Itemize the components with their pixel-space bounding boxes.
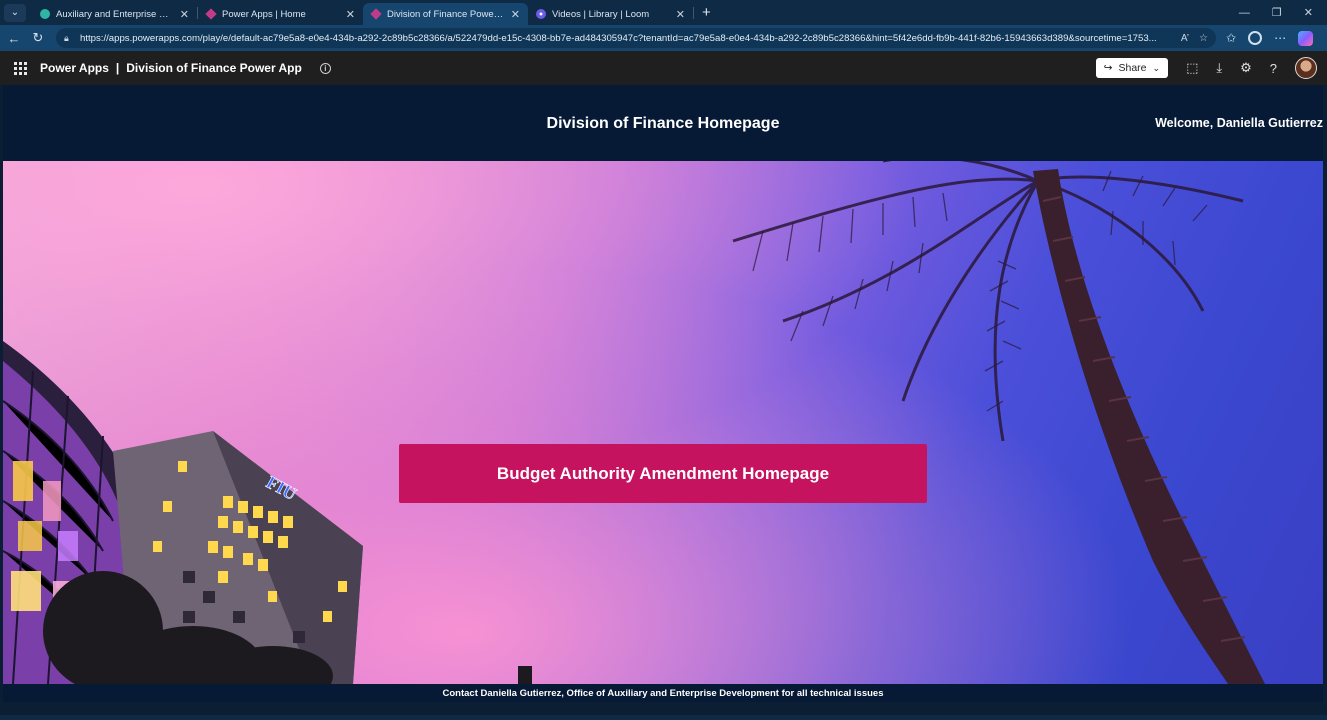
- favorite-star-icon[interactable]: ☆: [1199, 33, 1208, 44]
- help-question-icon[interactable]: ?: [1270, 61, 1277, 76]
- hero-background-image: FIU Budget Authority Amendment Homepage: [3, 161, 1323, 684]
- page-title: Division of Finance Homepage: [546, 115, 780, 132]
- powerapps-product-name: Power Apps: [40, 61, 109, 75]
- browser-profile-icon[interactable]: [1248, 31, 1263, 45]
- more-options-icon[interactable]: ⋯: [1274, 31, 1286, 45]
- tab-divider: [693, 6, 694, 19]
- taskbar-edge: [0, 715, 1327, 720]
- browser-tab-division-finance[interactable]: Division of Finance Power App - P ✕: [363, 3, 528, 25]
- tab-title: Videos | Library | Loom: [552, 8, 650, 20]
- window-controls: — ❐ ✕: [1239, 6, 1327, 20]
- tab-close-icon[interactable]: ✕: [511, 8, 520, 21]
- settings-gear-icon[interactable]: ⚙: [1240, 60, 1252, 76]
- campus-palm-illustration: FIU: [3, 161, 1265, 684]
- tab-title: Division of Finance Power App - P: [387, 8, 505, 20]
- user-avatar[interactable]: [1295, 57, 1317, 79]
- app-header-bar: Division of Finance Homepage Welcome, Da…: [3, 85, 1323, 161]
- browser-address-bar: ← ↻ 🔒︎ https://apps.powerapps.com/play/e…: [0, 25, 1327, 51]
- window-close-icon[interactable]: ✕: [1304, 6, 1313, 19]
- fit-to-screen-icon[interactable]: ⬚: [1186, 60, 1198, 76]
- site-info-lock-icon[interactable]: 🔒︎: [64, 33, 74, 44]
- download-icon[interactable]: ⤓: [1216, 60, 1222, 76]
- restore-icon[interactable]: ❐: [1272, 6, 1282, 19]
- back-arrow-icon[interactable]: ←: [2, 31, 26, 46]
- budget-authority-amendment-button[interactable]: Budget Authority Amendment Homepage: [399, 444, 927, 503]
- url-input[interactable]: 🔒︎ https://apps.powerapps.com/play/e/def…: [56, 28, 1216, 48]
- powerapps-favicon-icon: [370, 8, 382, 20]
- tab-close-icon[interactable]: ✕: [676, 8, 685, 21]
- browser-tab-loom[interactable]: Videos | Library | Loom ✕: [528, 3, 693, 25]
- tab-title: Auxiliary and Enterprise Develope: [56, 8, 174, 20]
- powerapps-favicon-icon: [205, 8, 217, 20]
- palm-trunk: [1033, 169, 1265, 684]
- browser-tab-strip: ⌄ Auxiliary and Enterprise Develope ✕ Po…: [0, 0, 1327, 25]
- browser-toolbar-right: ✩ ⋯: [1226, 30, 1314, 46]
- tab-title: Power Apps | Home: [222, 8, 306, 20]
- powerapps-header: Power Apps | Division of Finance Power A…: [0, 51, 1327, 85]
- palm-leaflets: [752, 170, 1208, 412]
- tab-close-icon[interactable]: ✕: [180, 8, 189, 21]
- browser-tab-powerapps-home[interactable]: Power Apps | Home ✕: [198, 3, 363, 25]
- minimize-icon[interactable]: —: [1239, 7, 1250, 19]
- welcome-message: Welcome, Daniella Gutierrez: [1155, 116, 1323, 130]
- palm-fronds: [732, 161, 1244, 442]
- copilot-icon[interactable]: [1298, 30, 1314, 46]
- app-info-icon[interactable]: i: [319, 62, 331, 74]
- loom-favicon-icon: [536, 9, 546, 19]
- new-tab-plus-icon[interactable]: +: [702, 4, 711, 21]
- tab-actions-chevron-icon[interactable]: ⌄: [4, 3, 26, 22]
- url-text: https://apps.powerapps.com/play/e/defaul…: [80, 32, 1157, 44]
- tab-close-icon[interactable]: ✕: [346, 8, 355, 21]
- powerapps-app-name: Division of Finance Power App: [126, 61, 302, 75]
- browser-tab-auxiliary[interactable]: Auxiliary and Enterprise Develope ✕: [32, 3, 197, 25]
- share-arrow-icon: ↪: [1103, 62, 1113, 74]
- chevron-down-icon: ⌄: [1152, 62, 1161, 73]
- read-aloud-icon[interactable]: A’: [1181, 33, 1189, 44]
- powerapps-header-actions: ↪ Share ⌄ ⬚ ⤓ ⚙ ?: [1095, 57, 1327, 79]
- refresh-icon[interactable]: ↻: [26, 30, 50, 46]
- favorites-icon[interactable]: ✩: [1226, 31, 1236, 45]
- share-button[interactable]: ↪ Share ⌄: [1095, 58, 1169, 78]
- tab-favicon-icon: [40, 9, 50, 19]
- share-label: Share: [1118, 62, 1147, 74]
- app-canvas: Division of Finance Homepage Welcome, Da…: [3, 85, 1323, 715]
- footer-contact-text: Contact Daniella Gutierrez, Office of Au…: [3, 684, 1323, 702]
- app-launcher-waffle-icon[interactable]: [0, 61, 40, 75]
- title-separator: |: [115, 61, 120, 75]
